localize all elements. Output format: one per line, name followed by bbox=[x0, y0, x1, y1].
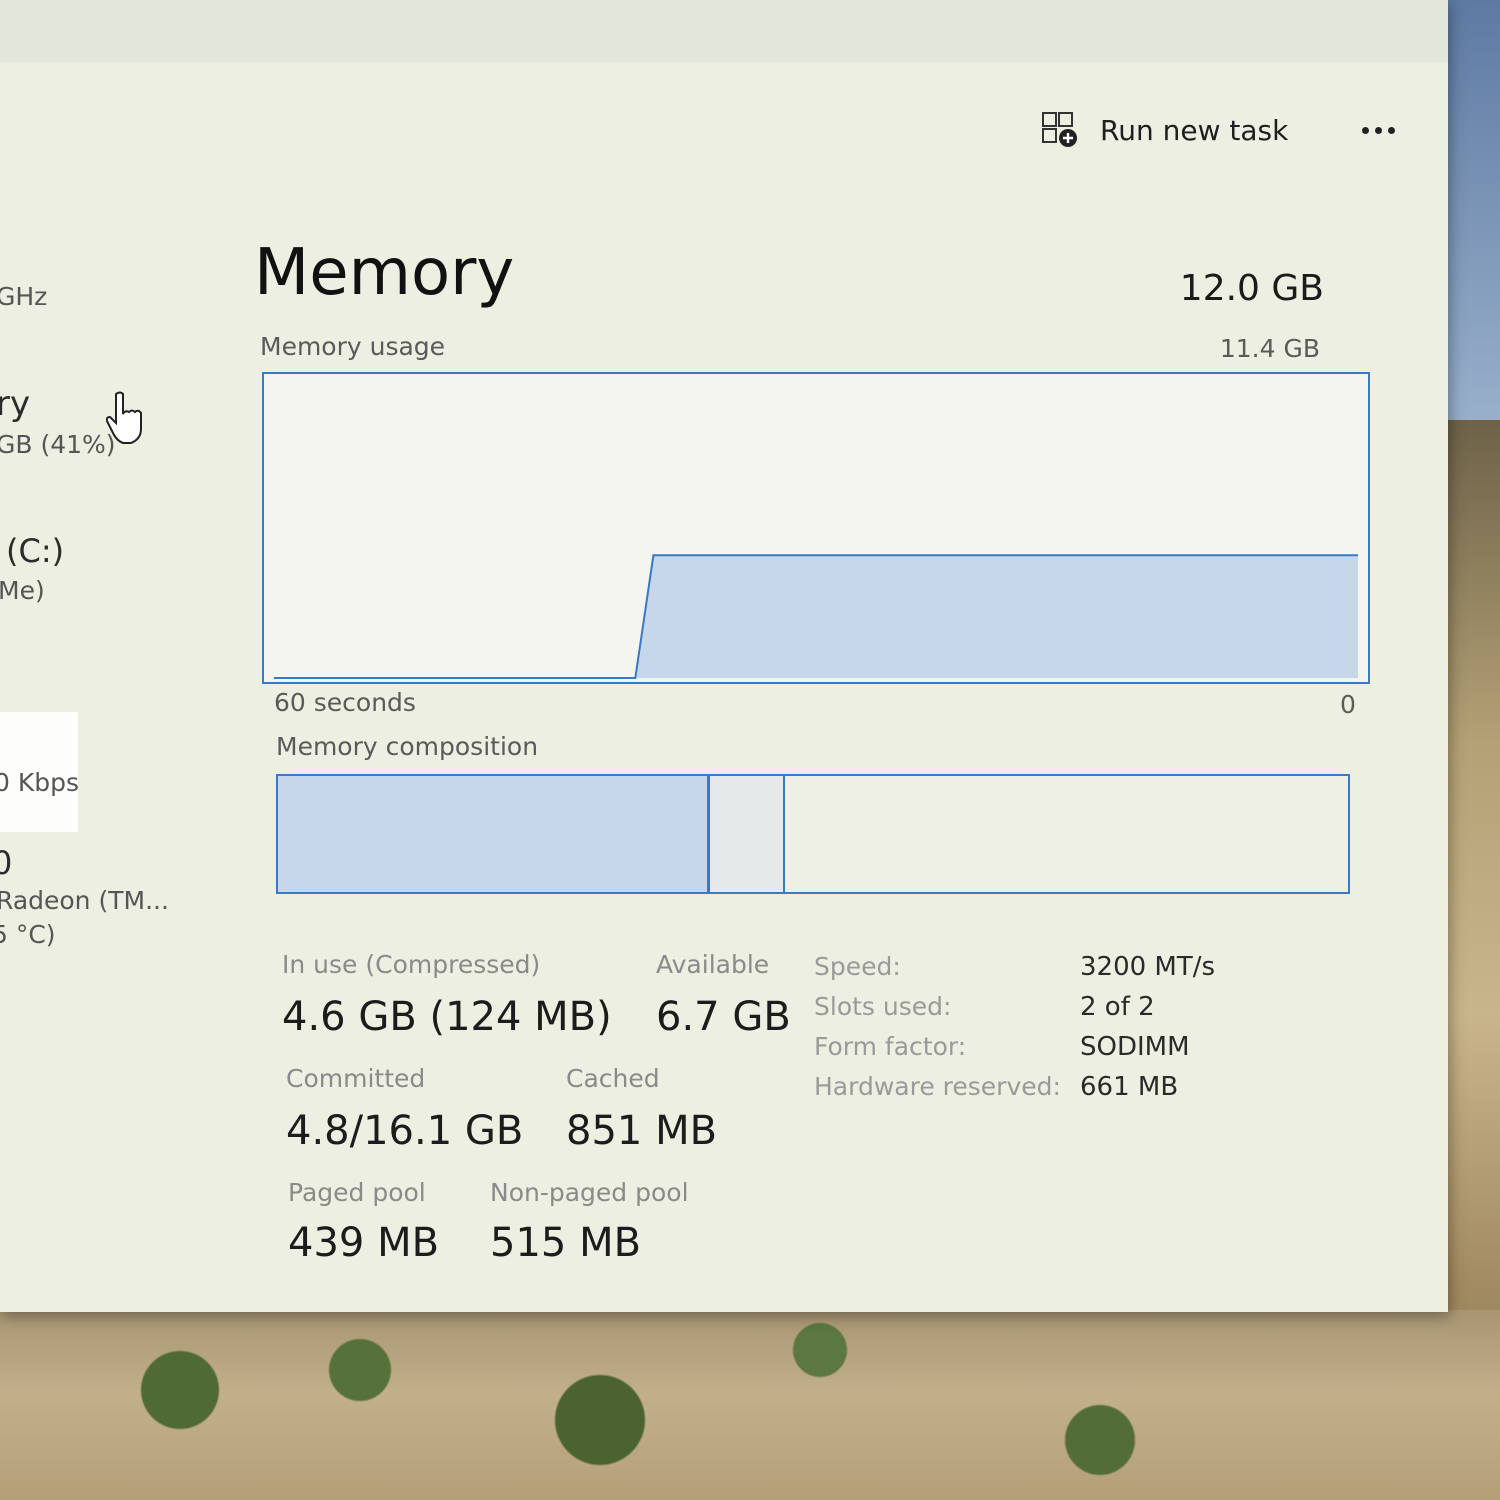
usage-area bbox=[274, 555, 1358, 678]
form-factor-label: Form factor: bbox=[814, 1032, 967, 1061]
paged-pool-value: 439 MB bbox=[288, 1220, 440, 1266]
memory-composition-bar bbox=[276, 774, 1350, 894]
composition-standby-segment bbox=[784, 776, 1348, 892]
cached-label: Cached bbox=[566, 1064, 660, 1093]
hand-cursor-icon bbox=[106, 391, 142, 444]
slots-used-value: 2 of 2 bbox=[1080, 992, 1155, 1022]
total-memory: 12.0 GB bbox=[1179, 268, 1324, 309]
composition-in-use-segment bbox=[278, 776, 710, 892]
in-use-label: In use (Compressed) bbox=[282, 950, 541, 979]
paged-pool-label: Paged pool bbox=[288, 1178, 426, 1207]
speed-value: 3200 MT/s bbox=[1080, 952, 1216, 982]
in-use-value: 4.6 GB (124 MB) bbox=[282, 994, 612, 1040]
run-new-task-button[interactable]: Run new task bbox=[1040, 106, 1288, 154]
sidebar-gpu-name: Radeon (TM... bbox=[0, 886, 169, 915]
task-manager-window: GHz ry GB (41%) (C:) Me) 0 Kbps 0 Radeon… bbox=[0, 0, 1448, 1312]
wallpaper-ground bbox=[0, 1310, 1500, 1500]
hardware-reserved-label: Hardware reserved: bbox=[814, 1072, 1061, 1101]
sidebar-disk-label: (C:) bbox=[6, 532, 65, 570]
sidebar-network-speed: 0 Kbps bbox=[0, 768, 80, 797]
slots-used-label: Slots used: bbox=[814, 992, 952, 1021]
composition-modified-segment bbox=[709, 776, 785, 892]
sidebar-disk-type: Me) bbox=[0, 576, 45, 605]
title-strip bbox=[0, 0, 1448, 62]
speed-label: Speed: bbox=[814, 952, 901, 981]
sidebar-cpu-speed: GHz bbox=[0, 282, 48, 311]
form-factor-value: SODIMM bbox=[1080, 1032, 1190, 1062]
run-new-task-label: Run new task bbox=[1100, 113, 1289, 147]
run-task-icon bbox=[1042, 112, 1077, 147]
sidebar-gpu-temp: 5 °C) bbox=[0, 920, 56, 949]
page-title: Memory bbox=[254, 236, 515, 310]
committed-value: 4.8/16.1 GB bbox=[286, 1108, 524, 1154]
sidebar-gpu-label: 0 bbox=[0, 844, 13, 882]
memory-usage-max: 11.4 GB bbox=[1219, 334, 1320, 363]
nonpaged-pool-value: 515 MB bbox=[490, 1220, 642, 1266]
sidebar-memory-label: ry bbox=[0, 384, 31, 424]
performance-sidebar: GHz ry GB (41%) (C:) Me) 0 Kbps 0 Radeon… bbox=[0, 62, 230, 1312]
available-label: Available bbox=[656, 950, 770, 979]
available-value: 6.7 GB bbox=[656, 994, 791, 1040]
memory-usage-graph bbox=[262, 372, 1370, 684]
sidebar-memory-usage: GB (41%) bbox=[0, 430, 116, 459]
graph-time-left-label: 60 seconds bbox=[274, 688, 416, 717]
cached-value: 851 MB bbox=[566, 1108, 718, 1154]
nonpaged-pool-label: Non-paged pool bbox=[490, 1178, 689, 1207]
memory-composition-label: Memory composition bbox=[276, 732, 539, 761]
memory-usage-label: Memory usage bbox=[260, 332, 446, 361]
hardware-reserved-value: 661 MB bbox=[1080, 1072, 1179, 1102]
usage-graph-canvas bbox=[274, 554, 1358, 679]
committed-label: Committed bbox=[286, 1064, 426, 1093]
more-options-icon[interactable] bbox=[1352, 110, 1404, 150]
wallpaper-sky bbox=[1440, 0, 1500, 440]
graph-time-right-label: 0 bbox=[1340, 690, 1356, 719]
